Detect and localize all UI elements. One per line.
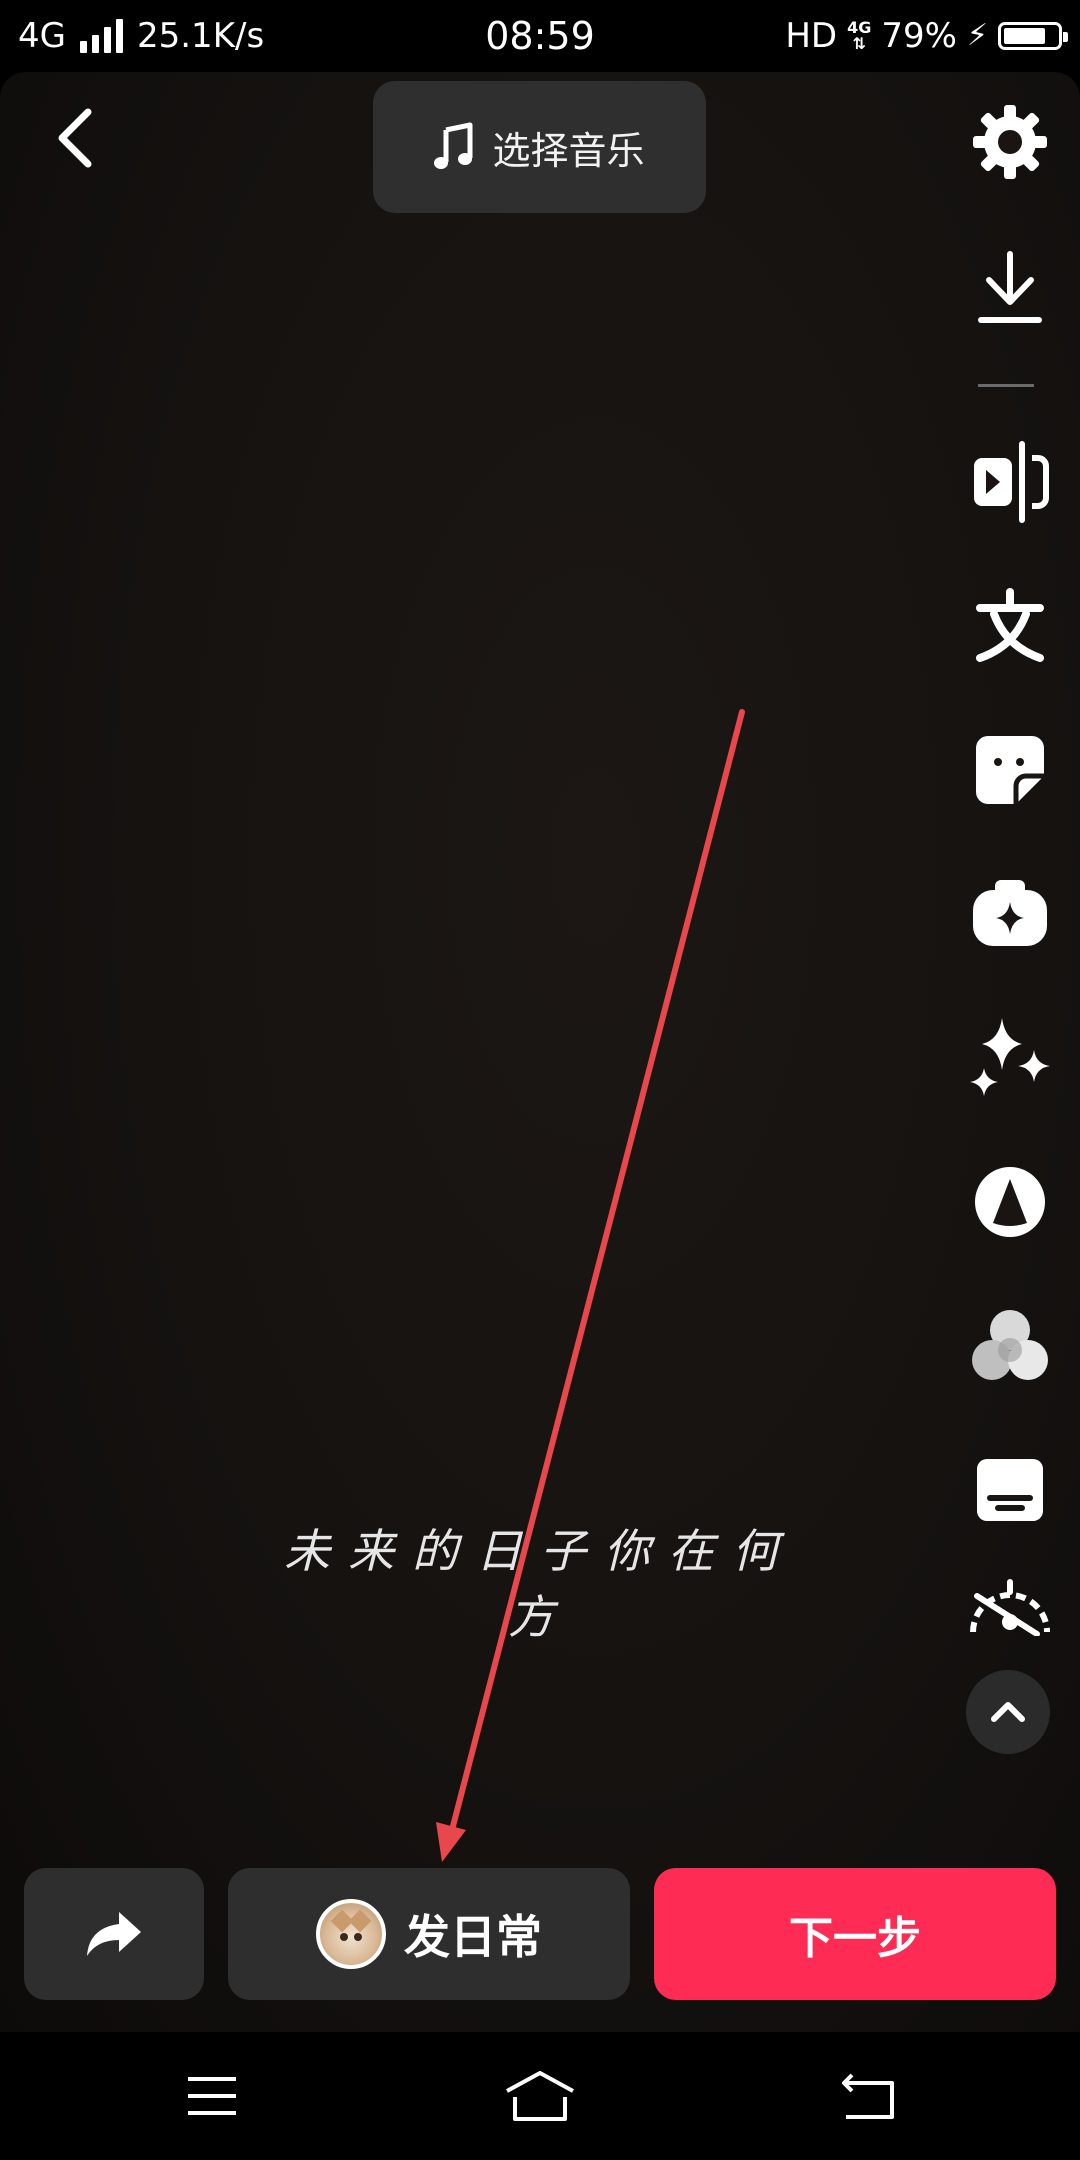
post-daily-button[interactable]: 发日常 xyxy=(228,1868,630,2000)
avatar xyxy=(316,1899,386,1969)
status-right: HD 4G ⇅ 79% ⚡ xyxy=(785,12,1068,60)
nav-home-button[interactable] xyxy=(490,2066,590,2126)
triangle-circle-icon xyxy=(975,1167,1045,1237)
bottom-action-bar: 发日常 下一步 xyxy=(0,1868,1080,2000)
settings-button[interactable] xyxy=(960,92,1060,192)
menu-icon xyxy=(188,2077,236,2115)
caption-icon xyxy=(977,1459,1043,1521)
next-step-label: 下一步 xyxy=(789,1913,921,1964)
download-icon xyxy=(978,251,1042,323)
nav-back-button[interactable] xyxy=(818,2066,918,2126)
select-music-label: 选择音乐 xyxy=(492,128,645,173)
text-button[interactable] xyxy=(960,576,1060,676)
data-indicator: 4G ⇅ xyxy=(847,20,871,52)
chevron-left-icon xyxy=(58,108,92,168)
mask-button[interactable] xyxy=(960,1152,1060,1252)
avatar-eye-right xyxy=(354,1933,362,1941)
gear-icon xyxy=(973,105,1047,179)
status-bar: 4G 25.1K/s 08:59 HD 4G ⇅ 79% ⚡ xyxy=(0,0,1080,72)
chevron-up-icon xyxy=(991,1702,1025,1722)
battery-percent: 79% xyxy=(881,16,957,56)
hd-label: HD xyxy=(785,16,838,56)
back-button[interactable] xyxy=(48,102,108,174)
download-button[interactable] xyxy=(960,238,1060,338)
lyric-caption[interactable]: 未来的日子你在何方 xyxy=(270,1515,810,1647)
text-wen-icon xyxy=(976,588,1044,662)
enhance-button[interactable] xyxy=(960,1008,1060,1108)
toolbar-divider xyxy=(978,384,1034,387)
avatar-ear-right xyxy=(348,1909,372,1933)
nav-menu-button[interactable] xyxy=(162,2066,262,2126)
speed-off-icon xyxy=(970,1579,1050,1636)
effects-button[interactable] xyxy=(960,864,1060,964)
play-split-icon xyxy=(974,441,1049,523)
sparkles-icon xyxy=(970,1018,1050,1096)
avatar-eye-left xyxy=(340,1933,348,1941)
speed-button[interactable] xyxy=(960,1576,1060,1636)
caption-button[interactable] xyxy=(960,1440,1060,1540)
video-preview[interactable] xyxy=(0,72,1080,2032)
music-note-icon xyxy=(434,122,473,169)
charging-icon: ⚡ xyxy=(966,18,988,53)
sticker-button[interactable] xyxy=(960,720,1060,820)
sticker-icon xyxy=(976,736,1044,804)
split-button[interactable] xyxy=(960,432,1060,532)
system-nav-bar xyxy=(0,2032,1080,2160)
next-step-button[interactable]: 下一步 xyxy=(654,1868,1056,2000)
data-arrows-icon: ⇅ xyxy=(852,34,866,53)
home-icon xyxy=(506,2071,574,2121)
filter-circles-icon xyxy=(972,1310,1048,1380)
back-icon xyxy=(842,2073,894,2119)
effects-icon xyxy=(973,880,1047,946)
share-arrow-icon xyxy=(87,1912,141,1956)
post-daily-label: 发日常 xyxy=(404,1910,542,1964)
share-button[interactable] xyxy=(24,1868,204,2000)
collapse-toolbar-button[interactable] xyxy=(966,1670,1050,1754)
battery-fill xyxy=(1004,28,1045,44)
filter-button[interactable] xyxy=(960,1296,1060,1396)
battery-icon xyxy=(998,22,1068,50)
select-music-button[interactable]: 选择音乐 xyxy=(373,81,706,213)
